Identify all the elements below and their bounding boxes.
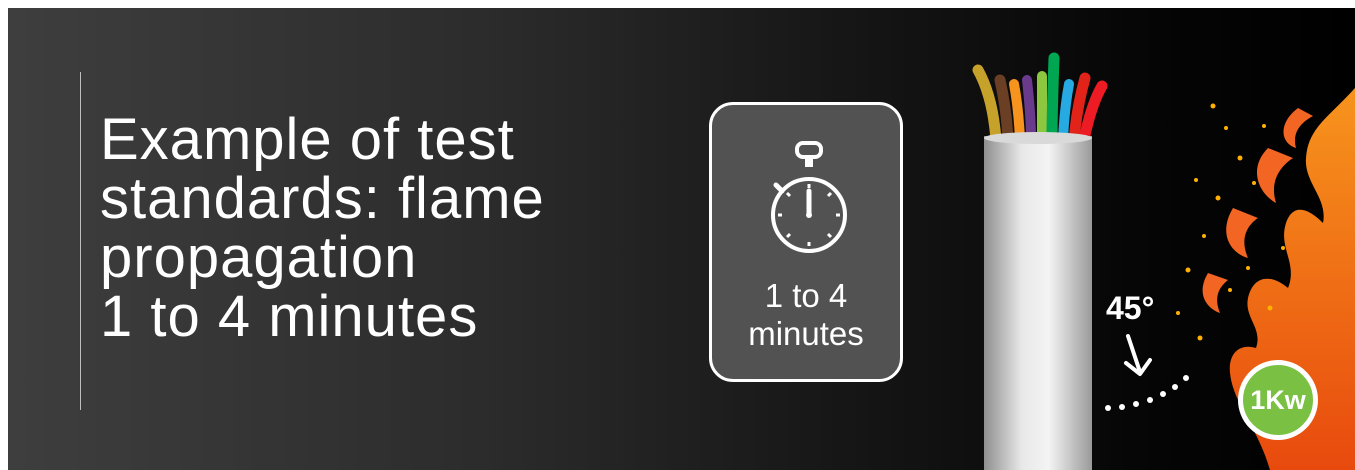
banner: Example of test standards: flame propaga… — [8, 8, 1355, 470]
headline-line-2: standards: flame — [100, 166, 545, 231]
headline-line-3: propagation — [100, 225, 418, 290]
headline: Example of test standards: flame propaga… — [100, 110, 660, 346]
power-badge: 1Kw — [1238, 360, 1318, 440]
timer-card: 1 to 4 minutes — [709, 102, 903, 382]
headline-line-1: Example of test — [100, 107, 515, 172]
arrow-icon — [1124, 334, 1152, 376]
vertical-divider — [80, 72, 81, 410]
cable-wires — [972, 52, 1108, 146]
cable-sheath — [984, 136, 1092, 470]
headline-line-4: 1 to 4 minutes — [100, 284, 479, 349]
angle-label: 45° — [1106, 290, 1155, 326]
stopwatch-icon — [771, 141, 847, 253]
dotted-angle-arc — [1105, 375, 1189, 411]
timer-duration-line-1: 1 to 4 — [764, 277, 848, 314]
timer-duration-line-2: minutes — [748, 315, 864, 352]
